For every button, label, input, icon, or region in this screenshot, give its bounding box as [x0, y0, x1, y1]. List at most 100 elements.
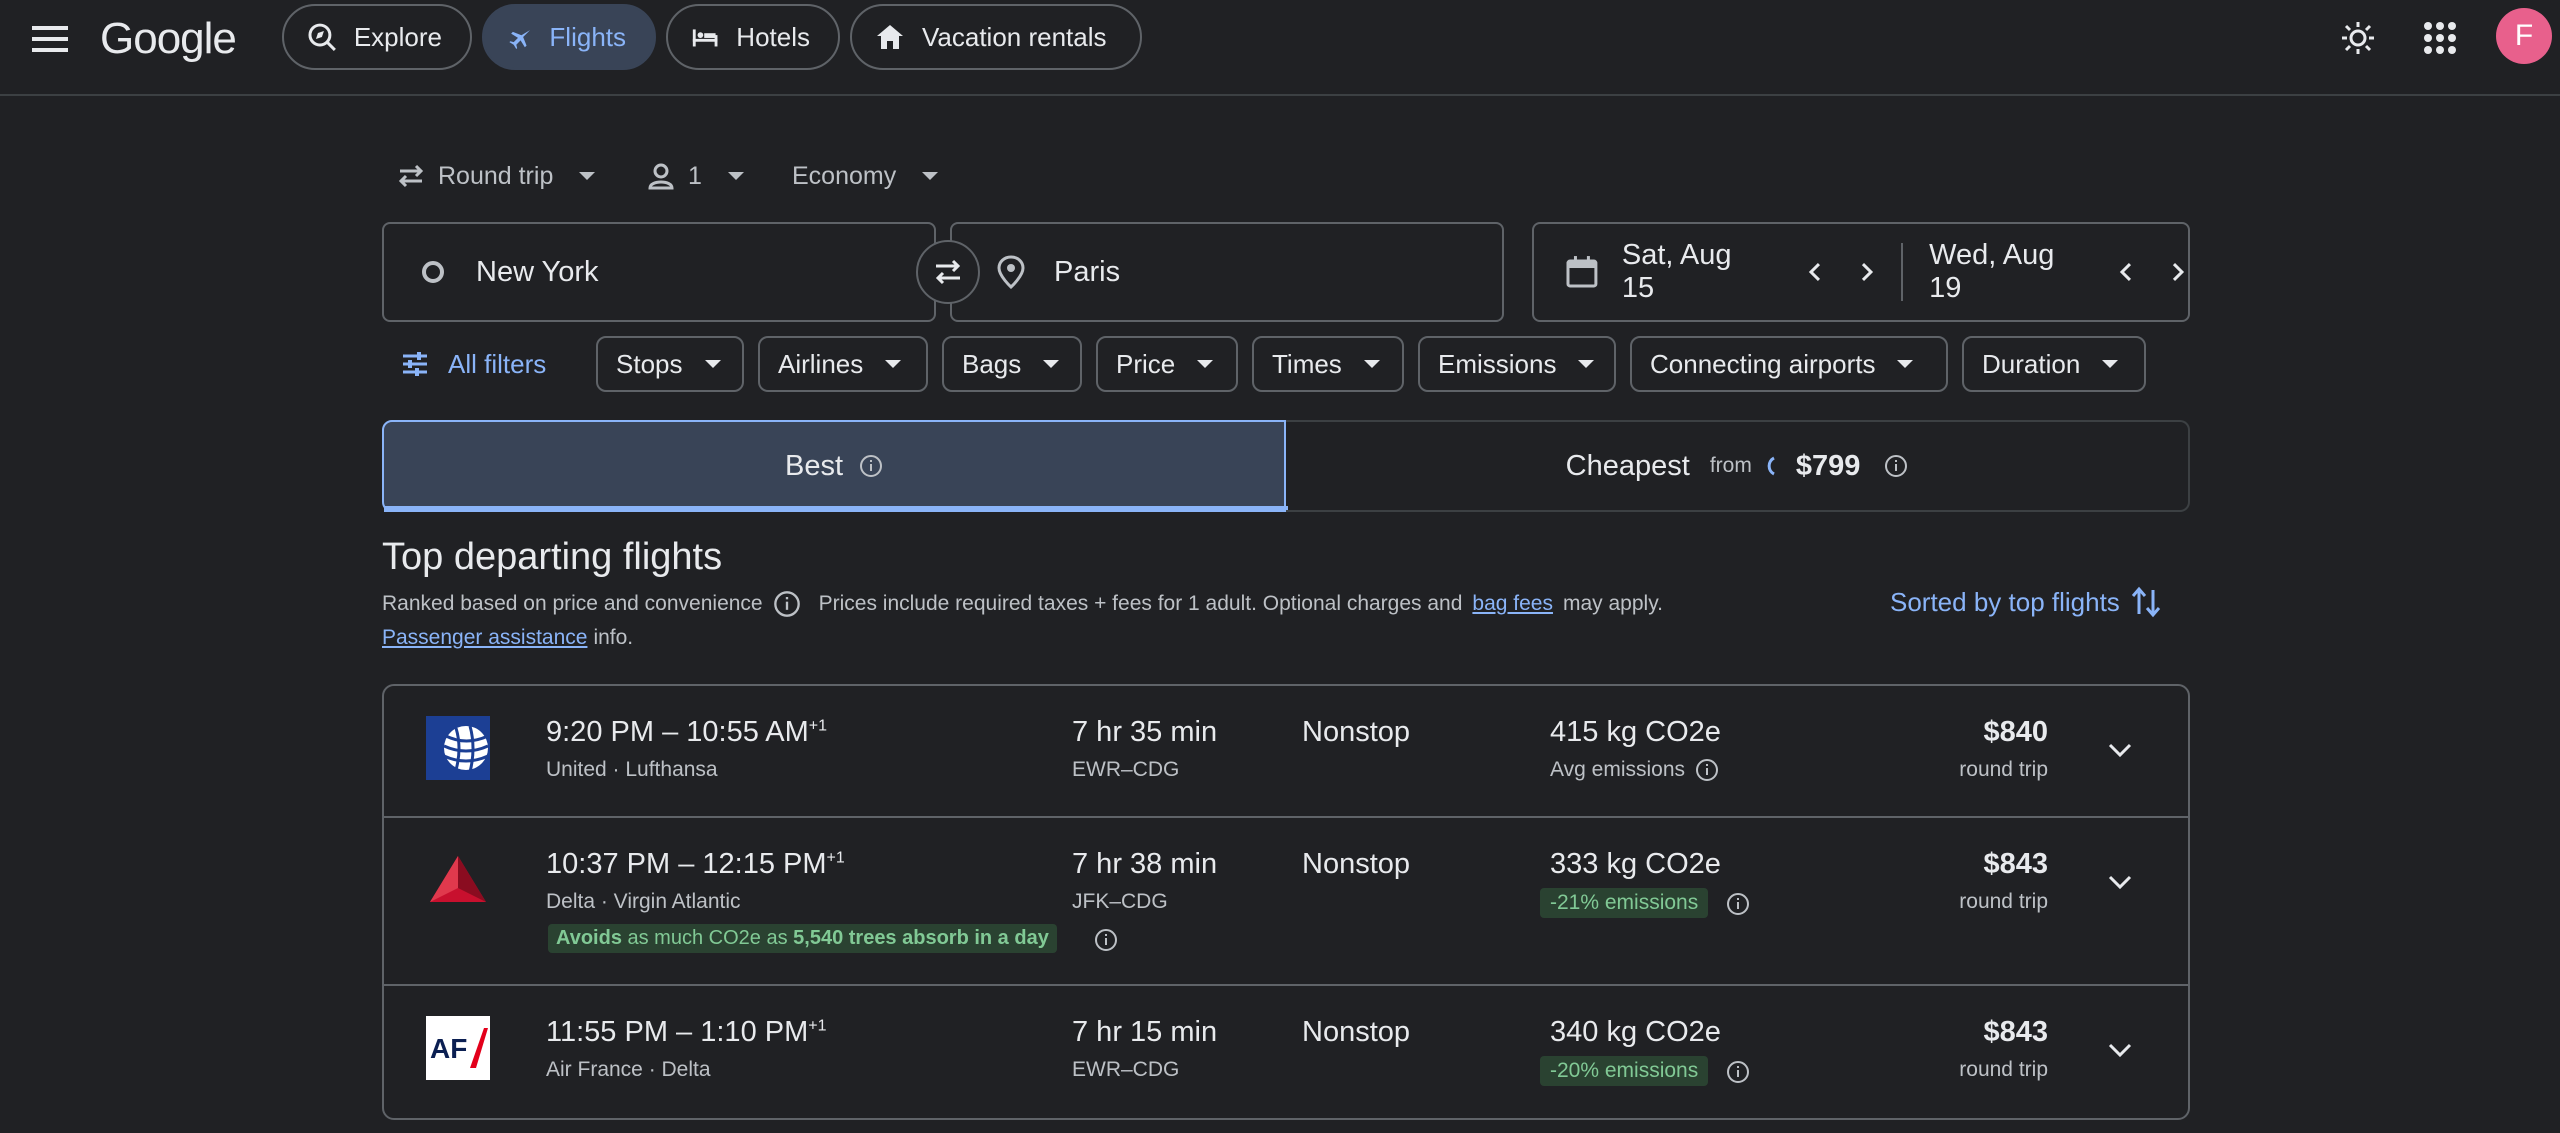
info-icon[interactable] — [1695, 758, 1719, 782]
arrive-time: 1:10 PM — [700, 1016, 809, 1048]
origin-value: New York — [476, 255, 599, 288]
nav-label: Hotels — [736, 21, 810, 52]
time-separator: – — [678, 848, 695, 880]
all-filters-label: All filters — [448, 348, 547, 379]
depart-date-input[interactable]: Sat, Aug 15 — [1622, 239, 1771, 305]
info-icon[interactable] — [1726, 1060, 1750, 1084]
explore-icon — [308, 23, 336, 51]
swap-locations-button[interactable] — [916, 240, 980, 304]
main-menu-icon[interactable] — [28, 20, 74, 60]
return-date-input[interactable]: Wed, Aug 19 — [1929, 239, 2094, 305]
united-logo — [426, 716, 490, 780]
airline-names: Air France · Delta — [546, 1058, 711, 1081]
all-filters-button[interactable]: All filters — [400, 336, 546, 392]
flight-row[interactable]: 10:37 PM – 12:15 PM+1 Delta · Virgin Atl… — [384, 818, 2188, 984]
expand-chevron-icon[interactable] — [2100, 862, 2140, 902]
delta-logo — [426, 848, 490, 912]
nav-hotels[interactable]: Hotels — [666, 4, 840, 70]
chevron-down-icon — [2102, 360, 2119, 368]
loading-spinner-icon — [1767, 456, 1775, 476]
tab-cheapest-label: Cheapest — [1565, 449, 1690, 482]
info-icon[interactable] — [1726, 892, 1750, 916]
avoid-text: as much CO2e as — [627, 927, 788, 949]
flight-duration: 7 hr 38 min — [1072, 848, 1218, 880]
emissions-reduction-badge: -21% emissions — [1540, 888, 1709, 918]
arrive-time: 10:55 AM — [686, 716, 809, 748]
flight-route: EWR–CDG — [1072, 758, 1180, 781]
cabin-class-value: Economy — [792, 161, 897, 190]
flight-results-list: 9:20 PM – 10:55 AM+1 United · Lufthansa … — [382, 684, 2190, 1120]
chevron-down-icon — [704, 360, 721, 368]
chevron-right-icon[interactable] — [2166, 261, 2188, 283]
flight-emissions: 340 kg CO2e — [1550, 1016, 1721, 1048]
person-icon — [648, 163, 674, 190]
depart-time: 9:20 PM — [546, 716, 654, 748]
trip-type-select[interactable]: Round trip — [396, 150, 596, 202]
flight-emissions: 415 kg CO2e — [1550, 716, 1721, 748]
info-icon[interactable] — [1094, 928, 1118, 952]
tab-best[interactable]: Best — [382, 420, 1288, 512]
flight-row[interactable]: AF 11:55 PM – 1:10 PM+1 Air France · Del… — [384, 986, 2188, 1118]
next-day-marker: +1 — [808, 1017, 827, 1035]
flight-price: $843 — [1983, 848, 2048, 880]
chip-label: Stops — [616, 348, 683, 379]
filter-chip-times[interactable]: Times — [1252, 336, 1404, 392]
chip-label: Airlines — [778, 348, 864, 379]
filter-chip-bags[interactable]: Bags — [942, 336, 1082, 392]
chevron-down-icon — [1578, 360, 1595, 368]
avoid-text: Avoids — [556, 927, 622, 949]
info-icon[interactable] — [773, 590, 801, 618]
house-icon — [877, 25, 903, 49]
sort-arrows-icon — [2131, 586, 2160, 618]
info-text: info. — [593, 626, 634, 649]
assistance-note: Passenger assistance info. — [382, 626, 633, 650]
nav-label: Vacation rentals — [922, 21, 1107, 52]
destination-field[interactable]: Paris — [950, 222, 1504, 322]
airline-names: Delta · Virgin Atlantic — [546, 890, 741, 913]
time-separator: – — [676, 1016, 693, 1048]
filter-chip-stops[interactable]: Stops — [596, 336, 744, 392]
filter-chip-duration[interactable]: Duration — [1962, 336, 2146, 392]
chevron-right-icon[interactable] — [1855, 261, 1877, 283]
passengers-select[interactable]: 1 — [646, 150, 744, 202]
co2-avoid-badge: Avoids as much CO2e as 5,540 trees absor… — [548, 924, 1057, 953]
flight-times: 9:20 PM – 10:55 AM+1 — [546, 716, 827, 749]
flight-price: $843 — [1983, 1016, 2048, 1048]
calendar-icon — [1566, 256, 1598, 288]
expand-chevron-icon[interactable] — [2100, 730, 2140, 770]
price-type: round trip — [1959, 890, 2048, 913]
top-app-bar: Google Explore Flights Hotels Vacation r… — [0, 0, 2560, 96]
tab-cheapest[interactable]: Cheapest from $799 — [1286, 420, 2190, 512]
filter-chip-price[interactable]: Price — [1096, 336, 1238, 392]
expand-chevron-icon[interactable] — [2100, 1030, 2140, 1070]
filter-chip-emissions[interactable]: Emissions — [1418, 336, 1616, 392]
nav-flights[interactable]: Flights — [482, 4, 656, 70]
nav-vacation-rentals[interactable]: Vacation rentals — [850, 4, 1142, 70]
chevron-left-icon[interactable] — [1805, 261, 1827, 283]
air-france-logo: AF — [426, 1016, 490, 1080]
brightness-icon[interactable] — [2338, 18, 2378, 58]
chevron-left-icon[interactable] — [2116, 261, 2138, 283]
nav-explore[interactable]: Explore — [282, 4, 472, 70]
passenger-assistance-link[interactable]: Passenger assistance — [382, 626, 587, 650]
arrive-time: 12:15 PM — [702, 848, 827, 880]
location-pin-icon — [997, 255, 1025, 290]
chevron-down-icon — [727, 172, 744, 180]
sort-button[interactable]: Sorted by top flights — [1890, 584, 2162, 620]
apps-grid-icon[interactable] — [2420, 18, 2460, 58]
flight-row[interactable]: 9:20 PM – 10:55 AM+1 United · Lufthansa … — [384, 686, 2188, 816]
bag-fees-link[interactable]: bag fees — [1472, 592, 1553, 616]
google-logo[interactable]: Google — [100, 10, 237, 68]
info-icon[interactable] — [1884, 454, 1908, 478]
cabin-class-select[interactable]: Economy — [792, 150, 939, 202]
chevron-down-icon — [1363, 360, 1380, 368]
info-icon[interactable] — [859, 454, 883, 478]
next-day-marker: +1 — [826, 849, 845, 867]
origin-field[interactable]: New York — [382, 222, 936, 322]
chevron-down-icon — [1197, 360, 1214, 368]
date-divider — [1901, 243, 1904, 301]
filter-chip-airlines[interactable]: Airlines — [758, 336, 928, 392]
filter-chip-connecting-airports[interactable]: Connecting airports — [1630, 336, 1948, 392]
next-day-marker: +1 — [808, 717, 828, 735]
account-avatar[interactable]: F — [2496, 8, 2552, 64]
